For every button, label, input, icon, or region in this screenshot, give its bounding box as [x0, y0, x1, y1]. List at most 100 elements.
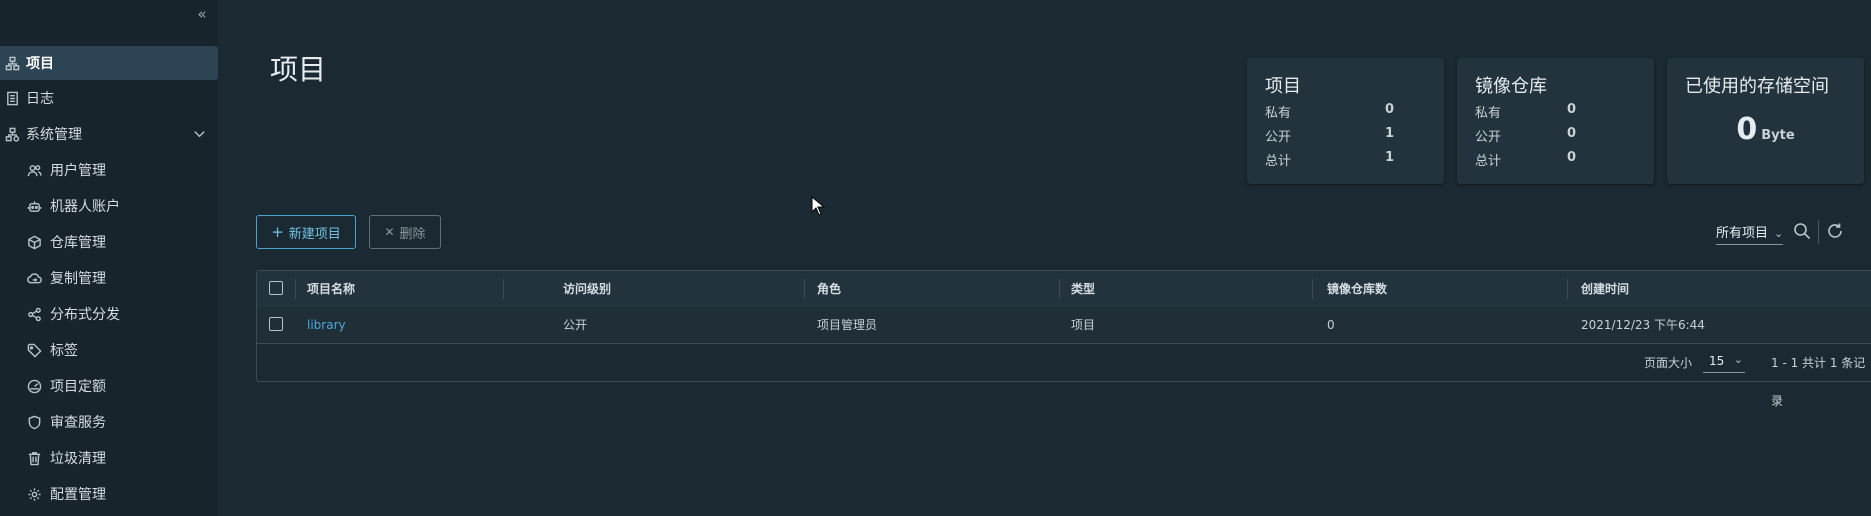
mouse-cursor-icon: [811, 195, 826, 220]
page-size-select[interactable]: 15 ⌄: [1703, 352, 1745, 373]
sidebar-item-label: 机器人账户: [50, 199, 120, 215]
table-header: 项目名称 访问级别 角色 类型 镜像仓库数 创建时间: [257, 271, 1871, 308]
sidebar-item-distribution[interactable]: 分布式分发: [0, 297, 218, 331]
sidebar-item-projects[interactable]: 项目: [0, 46, 218, 80]
sidebar-item-label: 标签: [50, 343, 78, 359]
storage-usage: 0 Byte: [1667, 112, 1864, 147]
sidebar-item-labels[interactable]: 标签: [0, 333, 218, 367]
gear-icon: [26, 486, 42, 502]
card-row-value: 0: [1567, 150, 1577, 165]
record-summary: 1 - 1 共计 1 条记录: [1771, 356, 1866, 408]
sidebar-item-label: 日志: [26, 91, 54, 107]
card-row-value: 1: [1385, 150, 1395, 165]
sidebar-item-configuration[interactable]: 配置管理: [0, 477, 218, 511]
shield-icon: [26, 414, 42, 430]
delete-label: 删除: [399, 226, 426, 242]
share-icon: [26, 306, 42, 322]
sidebar-item-label: 项目: [26, 56, 54, 72]
storage-summary-card: 已使用的存储空间 0 Byte: [1667, 58, 1864, 184]
sidebar-item-quotas[interactable]: 项目定额: [0, 369, 218, 403]
cell-created: 2021/12/23 下午6:44: [1581, 318, 1705, 332]
card-row-value: 0: [1567, 126, 1577, 141]
sidebar: « 项目 日志 系统管理 用户管理 机器人账户 仓库管理 复制管理 分布式分发 …: [0, 0, 218, 516]
toolbar-divider: [1818, 220, 1819, 244]
table-footer: 页面大小 15 ⌄ 1 - 1 共计 1 条记录: [257, 344, 1871, 408]
sidebar-item-label: 仓库管理: [50, 235, 106, 251]
collapse-sidebar-icon[interactable]: «: [192, 4, 212, 24]
column-header-type[interactable]: 类型: [1071, 271, 1095, 307]
card-title: 项目: [1265, 76, 1301, 97]
plus-icon: +: [271, 223, 284, 241]
project-name-link[interactable]: library: [307, 307, 346, 343]
cell-type: 项目: [1071, 318, 1096, 332]
column-header-role[interactable]: 角色: [817, 271, 841, 307]
column-divider: [1059, 279, 1060, 299]
projects-summary-card: 项目 私有 0 公开 1 总计 1: [1247, 58, 1444, 184]
row-checkbox[interactable]: [269, 317, 283, 331]
projects-icon: [4, 55, 20, 71]
column-divider: [1567, 279, 1568, 299]
sidebar-item-registries[interactable]: 仓库管理: [0, 225, 218, 259]
column-header-access[interactable]: 访问级别: [563, 271, 611, 307]
replication-icon: [26, 270, 42, 286]
card-row-label: 私有: [1265, 106, 1292, 121]
card-row-value: 1: [1385, 126, 1395, 141]
refresh-icon[interactable]: [1826, 222, 1846, 242]
sidebar-item-admin[interactable]: 系统管理: [0, 117, 218, 151]
page-title: 项目: [270, 53, 327, 86]
trash-icon: [26, 450, 42, 466]
column-divider: [804, 279, 805, 299]
admin-icon: [4, 126, 20, 142]
repositories-summary-card: 镜像仓库 私有 0 公开 0 总计 0: [1457, 58, 1654, 184]
users-icon: [26, 162, 42, 178]
column-divider: [503, 279, 504, 299]
card-row-label: 总计: [1475, 154, 1502, 169]
project-filter-select[interactable]: 所有项目 ⌄: [1716, 222, 1784, 245]
filter-label: 所有项目: [1716, 226, 1769, 241]
sidebar-item-replication[interactable]: 复制管理: [0, 261, 218, 295]
sidebar-item-label: 配置管理: [50, 487, 106, 503]
page-size-label: 页面大小: [1644, 356, 1693, 370]
cell-repo-count: 0: [1327, 318, 1335, 332]
chevron-down-icon: ⌄: [1774, 227, 1784, 240]
quota-icon: [26, 378, 42, 394]
logs-icon: [4, 90, 20, 106]
close-icon: ✕: [384, 225, 395, 239]
card-row-label: 公开: [1265, 130, 1292, 145]
sidebar-item-gc[interactable]: 垃圾清理: [0, 441, 218, 475]
cell-role: 项目管理员: [817, 318, 878, 332]
card-title: 镜像仓库: [1475, 76, 1547, 97]
page-size-value: 15: [1709, 354, 1725, 368]
storage-unit: Byte: [1761, 128, 1795, 143]
search-icon[interactable]: [1793, 222, 1813, 242]
chevron-down-icon: ⌄: [1733, 353, 1743, 366]
sidebar-item-interrogation[interactable]: 审查服务: [0, 405, 218, 439]
table-row: library 公开 项目管理员 项目 0 2021/12/23 下午6:44: [257, 307, 1871, 344]
sidebar-item-label: 项目定额: [50, 379, 106, 395]
chevron-down-icon[interactable]: [192, 126, 208, 142]
column-header-repo-count[interactable]: 镜像仓库数: [1327, 271, 1387, 307]
sidebar-item-label: 系统管理: [26, 127, 82, 143]
select-all-checkbox[interactable]: [269, 281, 283, 295]
sidebar-item-users[interactable]: 用户管理: [0, 153, 218, 187]
card-row-value: 0: [1567, 102, 1577, 117]
cell-access: 公开: [563, 318, 588, 332]
column-header-name[interactable]: 项目名称: [307, 271, 355, 307]
registry-icon: [26, 234, 42, 250]
projects-table: 项目名称 访问级别 角色 类型 镜像仓库数 创建时间 library 公开 项目…: [256, 270, 1871, 408]
sidebar-item-label: 分布式分发: [50, 307, 120, 323]
new-project-button[interactable]: + 新建项目: [256, 215, 356, 249]
sidebar-item-robot-accounts[interactable]: 机器人账户: [0, 189, 218, 223]
card-title: 已使用的存储空间: [1685, 76, 1829, 97]
sidebar-item-logs[interactable]: 日志: [0, 81, 218, 115]
sidebar-item-label: 复制管理: [50, 271, 106, 287]
sidebar-item-label: 审查服务: [50, 415, 106, 431]
tag-icon: [26, 342, 42, 358]
column-header-created[interactable]: 创建时间: [1581, 271, 1629, 307]
storage-value: 0: [1736, 112, 1758, 147]
sidebar-item-label: 用户管理: [50, 163, 106, 179]
column-divider: [295, 279, 296, 299]
delete-button[interactable]: ✕ 删除: [369, 215, 441, 249]
sidebar-item-label: 垃圾清理: [50, 451, 106, 467]
card-row-label: 总计: [1265, 154, 1292, 169]
